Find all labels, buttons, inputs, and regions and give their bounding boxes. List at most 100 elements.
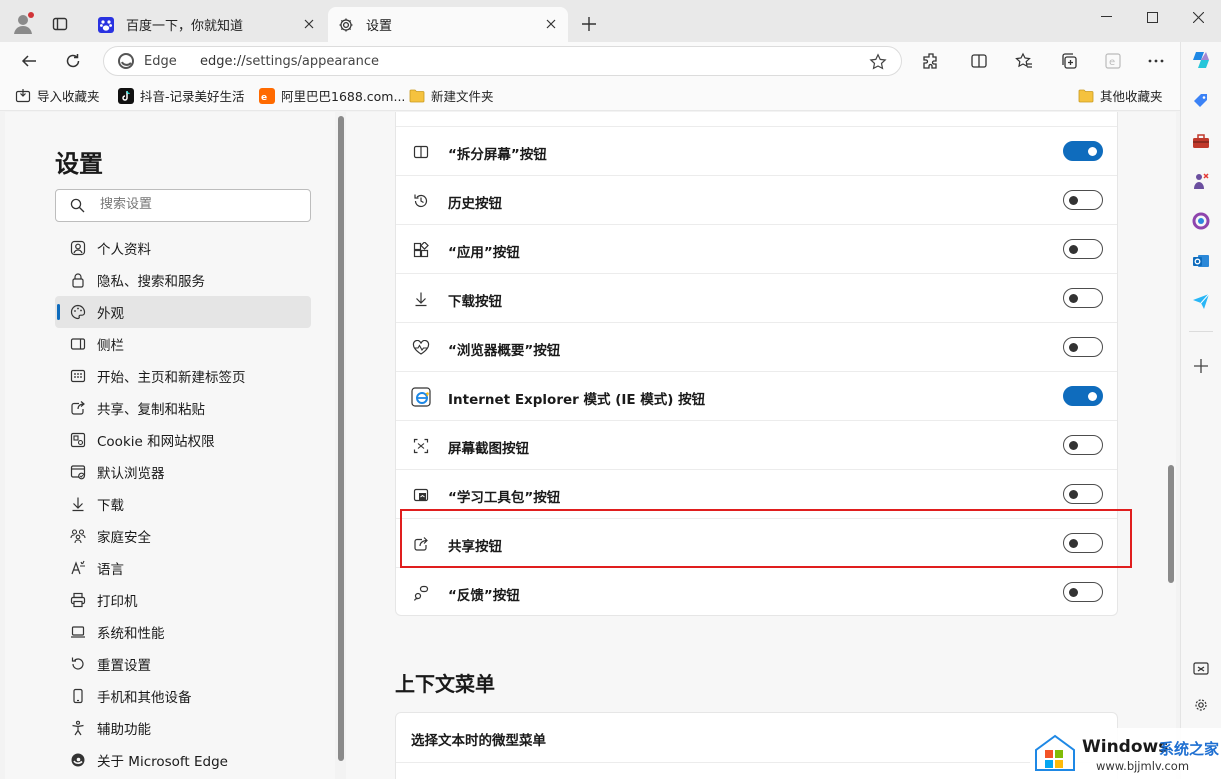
favorites-bar-item[interactable]: 抖音-记录美好生活	[118, 86, 245, 105]
feedback-toggle[interactable]	[1063, 582, 1103, 602]
sidebar-item-family-safety[interactable]: 家庭安全	[55, 520, 311, 552]
import-favorites-icon	[15, 88, 31, 104]
sidebar-item-appearance[interactable]: 外观	[55, 296, 311, 328]
screenshot-icon[interactable]	[1188, 656, 1214, 682]
language-icon	[69, 559, 87, 577]
sidebar-item-privacy[interactable]: 隐私、搜索和服务	[55, 264, 311, 296]
favorites-bar-item[interactable]: e 阿里巴巴1688.com...	[259, 86, 405, 105]
sidebar-item-system[interactable]: 系统和性能	[55, 616, 311, 648]
setting-row-split-screen: “拆分屏幕”按钮	[396, 126, 1117, 175]
url-path: settings/appearance	[245, 54, 379, 69]
tools-icon[interactable]	[1188, 128, 1214, 154]
sidebar-item-reset[interactable]: 重置设置	[55, 648, 311, 680]
site-identity-label: Edge	[144, 54, 177, 69]
close-tab-icon[interactable]	[300, 15, 318, 33]
ie-mode-icon[interactable]: e	[1097, 45, 1129, 77]
gear-icon	[338, 17, 354, 33]
tab-bar: 百度一下，你就知道 设置	[0, 0, 1221, 42]
sidebar-item-label: 打印机	[97, 594, 138, 610]
collections-icon[interactable]	[1053, 45, 1085, 77]
split-screen-icon[interactable]	[963, 45, 995, 77]
sidebar-item-default-browser[interactable]: 默认浏览器	[55, 456, 311, 488]
screenshot-icon	[411, 436, 431, 456]
sidebar-item-languages[interactable]: 语言	[55, 552, 311, 584]
sidebar-divider	[1189, 331, 1213, 332]
tab-settings[interactable]: 设置	[328, 7, 568, 42]
apps-toggle[interactable]	[1063, 239, 1103, 259]
folder-icon	[409, 88, 425, 104]
favorites-bar-item[interactable]: 新建文件夹	[409, 86, 494, 105]
sidebar-item-phone[interactable]: 手机和其他设备	[55, 680, 311, 712]
setting-label: Internet Explorer 模式 (IE 模式) 按钮	[448, 392, 706, 408]
setting-label: “拆分屏幕”按钮	[448, 147, 547, 163]
learning-toolkit-icon	[411, 485, 431, 505]
reset-icon	[69, 655, 87, 673]
profile-avatar-icon[interactable]	[10, 10, 38, 38]
folder-icon	[1078, 88, 1094, 104]
sidebar-item-cookies[interactable]: Cookie 和网站权限	[55, 424, 311, 456]
ie-mode-toggle[interactable]	[1063, 386, 1103, 406]
favorites-bar-item-label: 导入收藏夹	[37, 89, 100, 104]
sidebar-item-start-home[interactable]: 开始、主页和新建标签页	[55, 360, 311, 392]
more-options-icon[interactable]	[1140, 45, 1172, 77]
search-input[interactable]	[98, 196, 302, 213]
sidebar-item-sidebar[interactable]: 侧栏	[55, 328, 311, 360]
favorites-bar-item[interactable]: 导入收藏夹	[15, 86, 100, 105]
minimize-button[interactable]	[1083, 4, 1129, 30]
sidebar-item-about[interactable]: 关于 Microsoft Edge	[55, 744, 311, 776]
sidebar-item-share-copy-paste[interactable]: 共享、复制和粘贴	[55, 392, 311, 424]
feedback-icon	[411, 583, 431, 603]
sidebar-item-profile[interactable]: 个人资料	[55, 232, 311, 264]
close-window-button[interactable]	[1175, 4, 1221, 30]
browser-essentials-toggle[interactable]	[1063, 337, 1103, 357]
url-text[interactable]: edge://settings/appearance	[200, 54, 379, 69]
sidebar-item-label: 侧栏	[97, 338, 124, 354]
sidebar-item-accessibility[interactable]: 辅助功能	[55, 712, 311, 744]
tab-title: 设置	[366, 19, 393, 34]
back-button[interactable]	[13, 45, 45, 77]
settings-nav-scrollbar[interactable]	[338, 116, 344, 761]
shopping-tag-icon[interactable]	[1188, 88, 1214, 114]
sidebar-item-label: 家庭安全	[97, 530, 151, 546]
maximize-button[interactable]	[1129, 4, 1175, 30]
svg-text:e: e	[261, 93, 267, 103]
sidebar-item-downloads[interactable]: 下载	[55, 488, 311, 520]
family-icon	[69, 527, 87, 545]
extensions-icon[interactable]	[915, 45, 947, 77]
sidebar-item-printers[interactable]: 打印机	[55, 584, 311, 616]
highlight-box	[400, 509, 1132, 568]
settings-content: “拆分屏幕”按钮 历史按钮 “应用”按钮 下载按钮 “浏览器概要”按钮 Inte…	[346, 112, 1176, 779]
favorite-star-icon[interactable]	[869, 53, 887, 71]
copilot-icon[interactable]	[1188, 47, 1214, 73]
palette-icon	[69, 303, 87, 321]
sidebar-item-label: 系统和性能	[97, 626, 165, 642]
screenshot-toggle[interactable]	[1063, 435, 1103, 455]
tab-baidu[interactable]: 百度一下，你就知道	[88, 7, 326, 42]
sidebar-icon	[69, 335, 87, 353]
add-sidebar-app-icon[interactable]	[1188, 353, 1214, 379]
learning-toolkit-toggle[interactable]	[1063, 484, 1103, 504]
sidebar-item-label: 关于 Microsoft Edge	[97, 754, 228, 770]
address-bar[interactable]: Edge edge://settings/appearance	[103, 46, 902, 76]
setting-label: “应用”按钮	[448, 245, 520, 261]
favorites-icon[interactable]	[1008, 45, 1040, 77]
ie-icon	[411, 387, 431, 407]
content-scrollbar[interactable]	[1168, 465, 1174, 583]
new-tab-button[interactable]	[578, 13, 600, 35]
other-favorites[interactable]: 其他收藏夹	[1078, 86, 1163, 105]
games-icon[interactable]	[1188, 168, 1214, 194]
send-icon[interactable]	[1188, 288, 1214, 314]
tab-actions-icon[interactable]	[48, 12, 72, 36]
microsoft365-icon[interactable]	[1188, 208, 1214, 234]
settings-search[interactable]	[55, 189, 311, 222]
settings-gear-icon[interactable]	[1188, 692, 1214, 718]
context-menu-card: 选择文本时的微型菜单	[395, 712, 1118, 779]
svg-text:e: e	[1109, 57, 1115, 68]
refresh-button[interactable]	[57, 45, 89, 77]
close-tab-icon[interactable]	[542, 15, 560, 33]
navigation-bar: Edge edge://settings/appearance e	[0, 42, 1221, 80]
outlook-icon[interactable]	[1188, 248, 1214, 274]
split-screen-toggle[interactable]	[1063, 141, 1103, 161]
history-toggle[interactable]	[1063, 190, 1103, 210]
downloads-toggle[interactable]	[1063, 288, 1103, 308]
